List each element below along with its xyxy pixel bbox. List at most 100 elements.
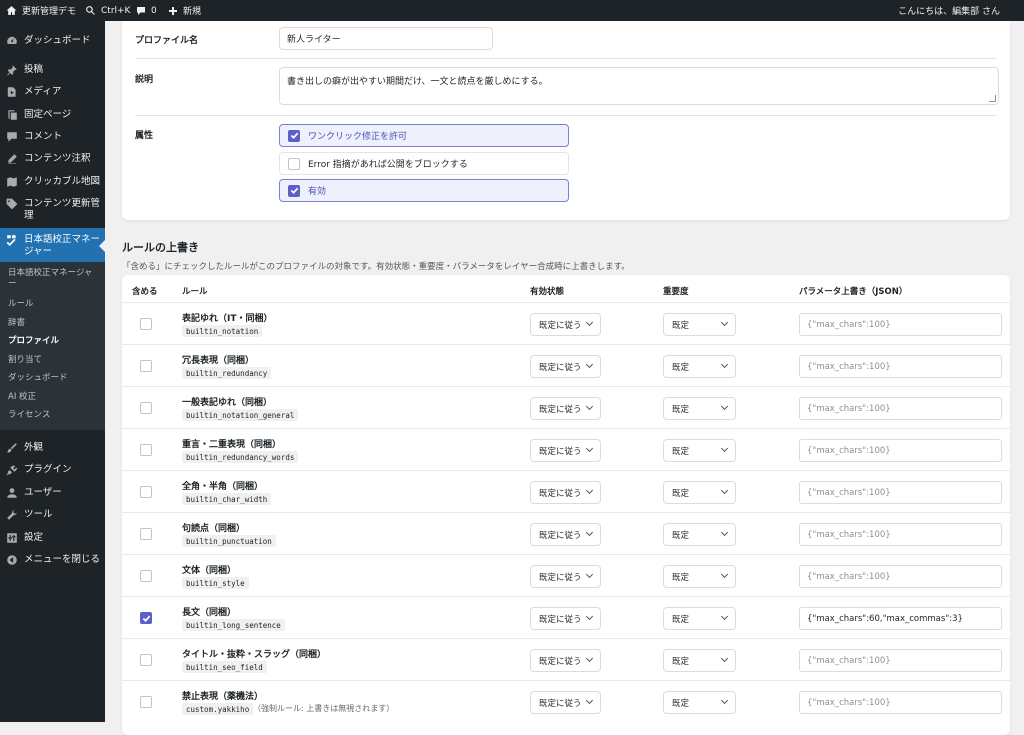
params-json-input[interactable]: {"max_chars":100} <box>799 649 1002 672</box>
rule-slug: builtin_punctuation <box>182 535 276 547</box>
comments-link[interactable]: 0 <box>136 0 157 21</box>
status-value: 既定に従う <box>539 530 582 541</box>
params-json-input[interactable]: {"max_chars":60,"max_commas":3} <box>799 607 1002 630</box>
severity-select[interactable]: 既定 <box>663 313 736 336</box>
option-label: 有効 <box>308 187 327 197</box>
severity-select[interactable]: 既定 <box>663 397 736 420</box>
status-select[interactable]: 既定に従う <box>530 649 601 672</box>
checkbox-checked[interactable] <box>288 184 300 197</box>
menu-dashboard[interactable]: ダッシュボード <box>0 35 105 47</box>
include-checkbox[interactable] <box>140 612 152 624</box>
comments-count: 0 <box>151 5 157 16</box>
option-block-publish-on-error[interactable]: Error 指摘があれば公開をブロックする <box>279 152 569 175</box>
include-checkbox[interactable] <box>140 444 152 456</box>
include-checkbox[interactable] <box>140 402 152 414</box>
status-select[interactable]: 既定に従う <box>530 691 601 714</box>
site-name-link[interactable]: 更新管理デモ <box>6 0 76 21</box>
include-checkbox[interactable] <box>140 528 152 540</box>
include-checkbox[interactable] <box>140 486 152 498</box>
search-shortcut[interactable]: Ctrl+K <box>85 0 130 21</box>
divider <box>135 115 997 116</box>
severity-select[interactable]: 既定 <box>663 649 736 672</box>
table-row: タイトル・抜粋・スラッグ（同梱） builtin_seo_field 既定に従う 既定… <box>122 638 1010 680</box>
params-json-input[interactable]: {"max_chars":100} <box>799 565 1002 588</box>
checkbox-checked[interactable] <box>288 129 300 142</box>
rule-slug: builtin_long_sentence <box>182 619 285 631</box>
include-checkbox[interactable] <box>140 696 152 708</box>
submenu-item[interactable]: 割り当て <box>8 355 100 366</box>
option-enabled[interactable]: 有効 <box>279 179 569 202</box>
menu-label: コメント <box>24 131 63 142</box>
menu-proofreading-manager[interactable]: 日本語校正マネージャー <box>0 228 105 262</box>
chevron-down-icon <box>720 360 729 369</box>
severity-value: 既定 <box>672 614 690 625</box>
menu-content-updates[interactable]: コンテンツ更新管理 <box>0 198 105 224</box>
params-json-input[interactable]: {"max_chars":100} <box>799 355 1002 378</box>
submenu-item[interactable]: ルール <box>8 299 100 310</box>
checkbox-unchecked[interactable] <box>288 157 300 170</box>
profile-name-label: プロファイル名 <box>135 36 199 46</box>
description-textarea[interactable]: 書き出しの癖が出やすい期間だけ、一文と読点を厳しめにする。 <box>279 67 999 105</box>
chevron-down-icon <box>585 696 594 705</box>
rule-name: 重言・二重表現（同梱） <box>182 440 282 450</box>
severity-select[interactable]: 既定 <box>663 565 736 588</box>
params-json-input[interactable]: {"max_chars":100} <box>799 397 1002 420</box>
submenu-item[interactable]: AI 校正 <box>8 392 100 403</box>
include-checkbox[interactable] <box>140 654 152 666</box>
submenu-item[interactable]: 日本語校正マネージャー <box>8 268 100 290</box>
status-select[interactable]: 既定に従う <box>530 607 601 630</box>
plus-icon <box>169 6 177 15</box>
rule-name: 文体（同梱） <box>182 566 237 576</box>
chevron-down-icon <box>720 654 729 663</box>
option-allow-one-click-fix[interactable]: ワンクリック修正を許可 <box>279 124 569 147</box>
status-select[interactable]: 既定に従う <box>530 481 601 504</box>
severity-select[interactable]: 既定 <box>663 691 736 714</box>
status-select[interactable]: 既定に従う <box>530 355 601 378</box>
site-name: 更新管理デモ <box>22 7 77 17</box>
status-value: 既定に従う <box>539 656 582 667</box>
comment-icon <box>137 6 145 15</box>
status-select[interactable]: 既定に従う <box>530 397 601 420</box>
rules-override-table: 含める ルール 有効状態 重要度 パラメータ上書き（JSON） 表記ゆれ（IT・… <box>122 275 1010 735</box>
status-select[interactable]: 既定に従う <box>530 439 601 462</box>
severity-value: 既定 <box>672 572 690 583</box>
description-text: 書き出しの癖が出やすい期間だけ、一文と読点を厳しめにする。 <box>287 77 548 87</box>
rule-name: 一般表記ゆれ（同梱） <box>182 398 273 408</box>
submenu-item[interactable]: ライセンス <box>8 410 100 421</box>
submenu-item-current[interactable]: プロファイル <box>8 336 100 347</box>
chevron-down-icon <box>720 402 729 411</box>
status-select[interactable]: 既定に従う <box>530 523 601 546</box>
section-title: ルールの上書き <box>122 241 199 254</box>
rule-slug: builtin_char_width <box>182 493 272 505</box>
table-row: 句読点（同梱） builtin_punctuation 既定に従う 既定 {"max_c… <box>122 512 1010 554</box>
submenu-item[interactable]: 辞書 <box>8 318 100 329</box>
chevron-down-icon <box>585 528 594 537</box>
status-value: 既定に従う <box>539 404 582 415</box>
include-checkbox[interactable] <box>140 360 152 372</box>
status-select[interactable]: 既定に従う <box>530 313 601 336</box>
params-json-input[interactable]: {"max_chars":100} <box>799 439 1002 462</box>
option-label: ワンクリック修正を許可 <box>308 132 408 142</box>
params-json-input[interactable]: {"max_chars":100} <box>799 523 1002 546</box>
severity-select[interactable]: 既定 <box>663 439 736 462</box>
resize-handle[interactable] <box>989 95 996 102</box>
severity-select[interactable]: 既定 <box>663 607 736 630</box>
severity-value: 既定 <box>672 530 690 541</box>
submenu-item[interactable]: ダッシュボード <box>8 373 100 384</box>
status-value: 既定に従う <box>539 362 582 373</box>
profile-name-input[interactable]: 新人ライター <box>279 27 493 50</box>
severity-select[interactable]: 既定 <box>663 481 736 504</box>
chevron-down-icon <box>585 612 594 621</box>
status-select[interactable]: 既定に従う <box>530 565 601 588</box>
account-link[interactable]: こんにちは、編集部 さん <box>898 0 1000 21</box>
new-content-link[interactable]: 新規 <box>168 0 201 21</box>
include-checkbox[interactable] <box>140 570 152 582</box>
params-json-input[interactable]: {"max_chars":100} <box>799 313 1002 336</box>
params-json-input[interactable]: {"max_chars":100} <box>799 481 1002 504</box>
brush-icon <box>6 442 18 454</box>
severity-select[interactable]: 既定 <box>663 523 736 546</box>
params-json-input[interactable]: {"max_chars":100} <box>799 691 1002 714</box>
menu-label: ユーザー <box>24 487 62 498</box>
severity-select[interactable]: 既定 <box>663 355 736 378</box>
include-checkbox[interactable] <box>140 318 152 330</box>
